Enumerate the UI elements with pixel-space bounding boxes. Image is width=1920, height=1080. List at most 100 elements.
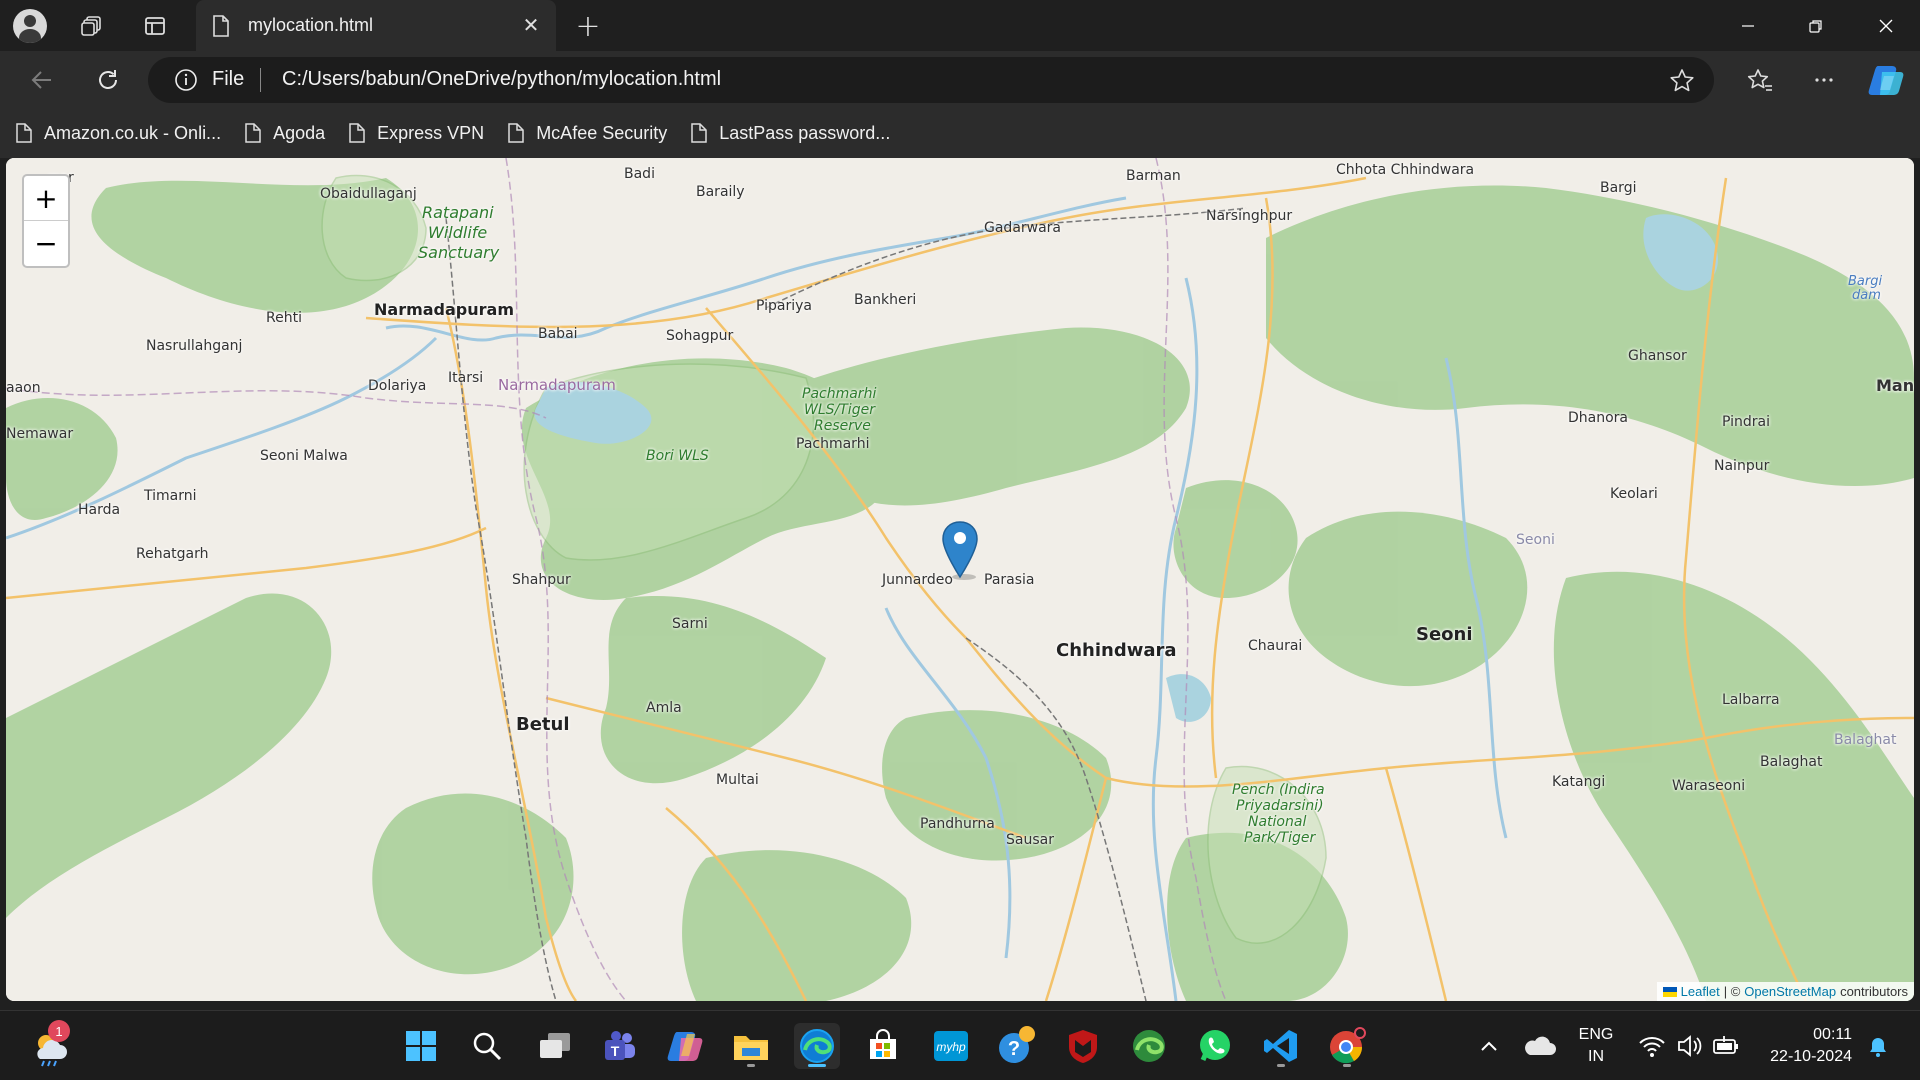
teams-icon[interactable]: T: [596, 1023, 642, 1069]
profile-avatar-icon[interactable]: [12, 8, 48, 44]
divider: [260, 68, 261, 92]
region-code: IN: [1588, 1048, 1604, 1065]
bookmark-label: Agoda: [273, 122, 326, 143]
bookmark-amazon[interactable]: Amazon.co.uk - Onli...: [16, 123, 221, 144]
close-icon[interactable]: ✕: [518, 12, 544, 38]
copilot-icon[interactable]: [662, 1023, 708, 1069]
close-window-icon[interactable]: [1852, 0, 1920, 51]
zoom-in-button[interactable]: +: [24, 176, 68, 221]
plus-icon[interactable]: +: [572, 9, 604, 44]
task-view-icon[interactable]: [532, 1023, 578, 1069]
bookmark-express-vpn[interactable]: Express VPN: [349, 123, 484, 144]
chevron-up-icon[interactable]: [1478, 1035, 1500, 1057]
place-label: Bankheri: [854, 292, 917, 308]
notification-badge: 1: [48, 1020, 70, 1042]
onedrive-icon[interactable]: [1522, 1035, 1556, 1057]
place-label: Seoni: [1416, 624, 1473, 645]
place-label: Baraily: [696, 184, 745, 200]
volume-icon[interactable]: [1676, 1033, 1704, 1059]
reload-icon[interactable]: [88, 61, 128, 99]
tab-actions-icon[interactable]: [137, 8, 173, 44]
page-icon: [213, 14, 229, 37]
whatsapp-icon[interactable]: [1192, 1023, 1238, 1069]
navigation-bar: File C:/Users/babun/OneDrive/python/mylo…: [0, 51, 1920, 108]
language-indicator[interactable]: ENG IN: [1576, 1024, 1616, 1068]
mcafee-icon[interactable]: [1060, 1023, 1106, 1069]
place-label: Bargi: [1600, 180, 1637, 196]
water-label: Bargi: [1848, 274, 1883, 289]
place-label: Sausar: [1006, 832, 1054, 848]
page-icon: [691, 123, 707, 143]
restore-icon[interactable]: [1782, 0, 1850, 51]
location-marker-icon[interactable]: [940, 520, 980, 580]
battery-icon[interactable]: [1712, 1033, 1740, 1059]
help-icon[interactable]: ?: [994, 1023, 1040, 1069]
place-label: Pachmarhi: [796, 436, 870, 452]
map-attribution: Leaflet | © OpenStreetMap contributors: [1656, 982, 1914, 1001]
date-text: 22-10-2024: [1770, 1048, 1852, 1065]
place-label: Pipariya: [756, 298, 812, 314]
place-label: Itarsi: [448, 370, 484, 386]
bookmark-label: Amazon.co.uk - Onli...: [44, 122, 222, 143]
info-icon[interactable]: [174, 68, 198, 92]
minimize-icon[interactable]: [1714, 0, 1782, 51]
place-label: Sarni: [672, 616, 708, 632]
place-label: Narmadapuram: [374, 300, 514, 319]
park-label: Sanctuary: [418, 243, 500, 262]
place-label: Babai: [538, 326, 578, 342]
water-label: dam: [1852, 288, 1881, 303]
clock[interactable]: 00:11 22-10-2024: [1756, 1024, 1852, 1068]
vscode-icon[interactable]: [1258, 1023, 1304, 1069]
file-explorer-icon[interactable]: [728, 1023, 774, 1069]
chrome-icon[interactable]: [1324, 1023, 1370, 1069]
zoom-control: + −: [22, 174, 70, 268]
place-label: Chhota Chhindwara: [1336, 162, 1475, 178]
notification-bell-icon[interactable]: [1866, 1035, 1890, 1059]
myhp-icon[interactable]: myhp: [928, 1023, 974, 1069]
park-label: Bori WLS: [646, 448, 709, 464]
bookmark-agoda[interactable]: Agoda: [245, 123, 325, 144]
tab-mylocation[interactable]: mylocation.html ✕: [196, 0, 556, 51]
back-arrow-icon[interactable]: [22, 61, 62, 99]
copilot-icon[interactable]: [1866, 61, 1906, 99]
address-bar[interactable]: File C:/Users/babun/OneDrive/python/mylo…: [148, 57, 1714, 103]
start-icon[interactable]: [398, 1023, 444, 1069]
park-label: Wildlife: [428, 223, 488, 242]
tab-title: mylocation.html: [248, 15, 374, 35]
workspaces-icon[interactable]: [74, 8, 110, 44]
place-label: aaon: [6, 380, 41, 396]
place-label: Ghansor: [1628, 348, 1687, 364]
favorites-icon[interactable]: [1740, 61, 1780, 99]
place-label: Chaurai: [1248, 638, 1303, 654]
zoom-out-button[interactable]: −: [24, 221, 68, 266]
store-icon[interactable]: [860, 1023, 906, 1069]
edge-icon[interactable]: [794, 1023, 840, 1069]
map-viewport[interactable]: war Badi Baraily Barman Chhota Chhindwar…: [6, 158, 1914, 1001]
place-label: Seoni Malwa: [260, 448, 348, 464]
district-label: Balaghat: [1834, 732, 1897, 748]
place-label: Nasrullahganj: [146, 338, 243, 354]
park-label: Pachmarhi: [802, 386, 877, 402]
ukraine-flag-icon: [1662, 986, 1677, 997]
wifi-icon[interactable]: [1638, 1033, 1666, 1059]
park-label: National: [1248, 814, 1307, 830]
place-label: Barman: [1126, 168, 1181, 184]
bookmarks-bar: Amazon.co.uk - Onli... Agoda Express VPN…: [0, 108, 1920, 158]
url-text[interactable]: C:/Users/babun/OneDrive/python/mylocatio…: [282, 68, 721, 91]
place-label: Harda: [78, 502, 121, 518]
park-label: Pench (Indira: [1232, 782, 1325, 798]
place-label: Lalbarra: [1722, 692, 1780, 708]
bookmark-label: McAfee Security: [536, 122, 668, 143]
star-icon[interactable]: [1668, 67, 1696, 95]
bookmark-mcafee[interactable]: McAfee Security: [508, 123, 667, 144]
place-label: Rehatgarh: [136, 546, 209, 562]
search-icon[interactable]: [464, 1023, 510, 1069]
osm-link[interactable]: OpenStreetMap: [1744, 984, 1836, 999]
bookmark-lastpass[interactable]: LastPass password...: [691, 123, 890, 144]
edge-dev-icon[interactable]: [1126, 1023, 1172, 1069]
leaflet-link[interactable]: Leaflet: [1681, 984, 1720, 999]
attribution-suffix: contributors: [1840, 984, 1908, 999]
park-label: Ratapani: [422, 203, 494, 222]
more-icon[interactable]: [1804, 61, 1844, 99]
park-label: Priyadarsini): [1236, 798, 1324, 814]
